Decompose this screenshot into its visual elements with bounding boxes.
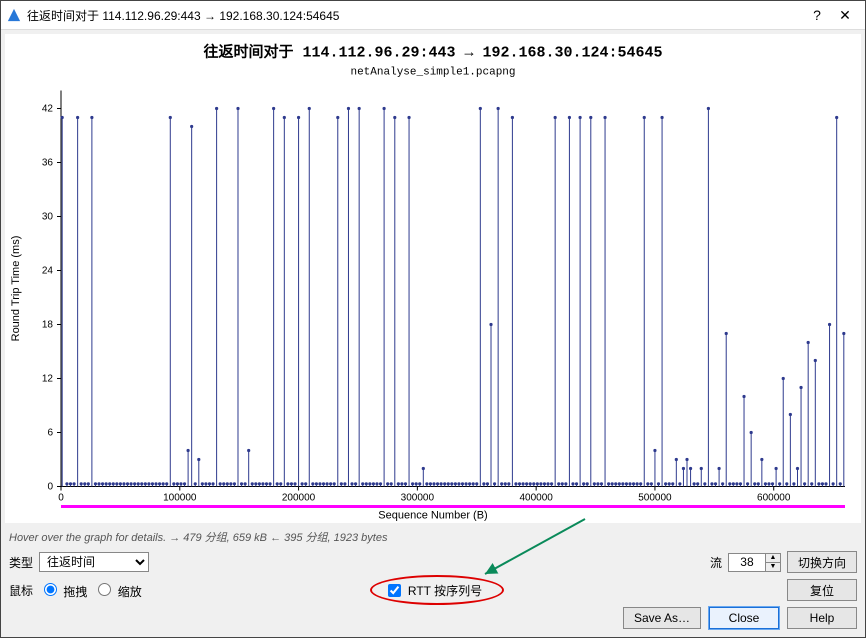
annotation-ellipse-icon [370,575,504,605]
radio-zoom-label[interactable]: 缩放 [93,580,141,600]
svg-text:600000: 600000 [757,493,791,504]
window-title: 往返时间对于 114.112.96.29:443 → 192.168.30.12… [27,7,803,24]
radio-drag[interactable] [44,583,57,596]
status-text: Hover over the graph for details. → 479 … [1,527,865,547]
save-as-button[interactable]: Save As… [623,607,701,629]
mouse-label: 鼠标 [9,582,33,599]
svg-text:36: 36 [42,158,54,169]
svg-text:Round Trip Time (ms): Round Trip Time (ms) [10,236,22,342]
type-label: 类型 [9,554,33,571]
svg-text:24: 24 [42,266,54,277]
type-select[interactable]: 往返时间 [39,552,149,572]
close-window-button[interactable]: ✕ [831,7,859,24]
svg-text:0: 0 [58,493,64,504]
switch-direction-button[interactable]: 切换方向 [787,551,857,573]
app-window: 往返时间对于 114.112.96.29:443 → 192.168.30.12… [0,0,866,638]
rtt-chart: 往返时间对于 114.112.96.29:443 → 192.168.30.12… [5,34,861,523]
radio-drag-label[interactable]: 拖拽 [39,580,87,600]
chart-area[interactable]: 往返时间对于 114.112.96.29:443 → 192.168.30.12… [5,34,861,523]
help-window-button[interactable]: ? [803,7,831,23]
svg-text:18: 18 [42,320,54,331]
svg-text:Sequence Number (B): Sequence Number (B) [378,510,487,522]
svg-text:42: 42 [42,104,54,115]
svg-text:0: 0 [47,482,53,493]
svg-text:300000: 300000 [401,493,435,504]
stream-value-input[interactable] [729,554,765,571]
svg-text:100000: 100000 [163,493,197,504]
stream-label: 流 [710,554,722,571]
app-logo-icon [7,8,21,22]
svg-text:500000: 500000 [638,493,672,504]
titlebar: 往返时间对于 114.112.96.29:443 → 192.168.30.12… [1,1,865,30]
svg-text:往返时间对于 114.112.96.29:443 → 192: 往返时间对于 114.112.96.29:443 → 192.168.30.12… [203,43,662,62]
help-button[interactable]: Help [787,607,857,629]
svg-text:400000: 400000 [519,493,553,504]
svg-text:12: 12 [42,374,54,385]
svg-text:30: 30 [42,212,54,223]
stream-up-icon[interactable]: ▲ [766,554,780,563]
svg-text:netAnalyse_simple1.pcapng: netAnalyse_simple1.pcapng [350,67,515,79]
reset-button[interactable]: 复位 [787,579,857,601]
stream-spinbox[interactable]: ▲ ▼ [728,553,781,572]
svg-text:6: 6 [47,428,53,439]
close-button[interactable]: Close [709,607,779,629]
controls-panel: 类型 往返时间 流 ▲ ▼ 切换方向 鼠标 拖拽 [1,547,865,637]
svg-text:200000: 200000 [282,493,316,504]
stream-down-icon[interactable]: ▼ [766,563,780,571]
radio-zoom[interactable] [98,583,111,596]
